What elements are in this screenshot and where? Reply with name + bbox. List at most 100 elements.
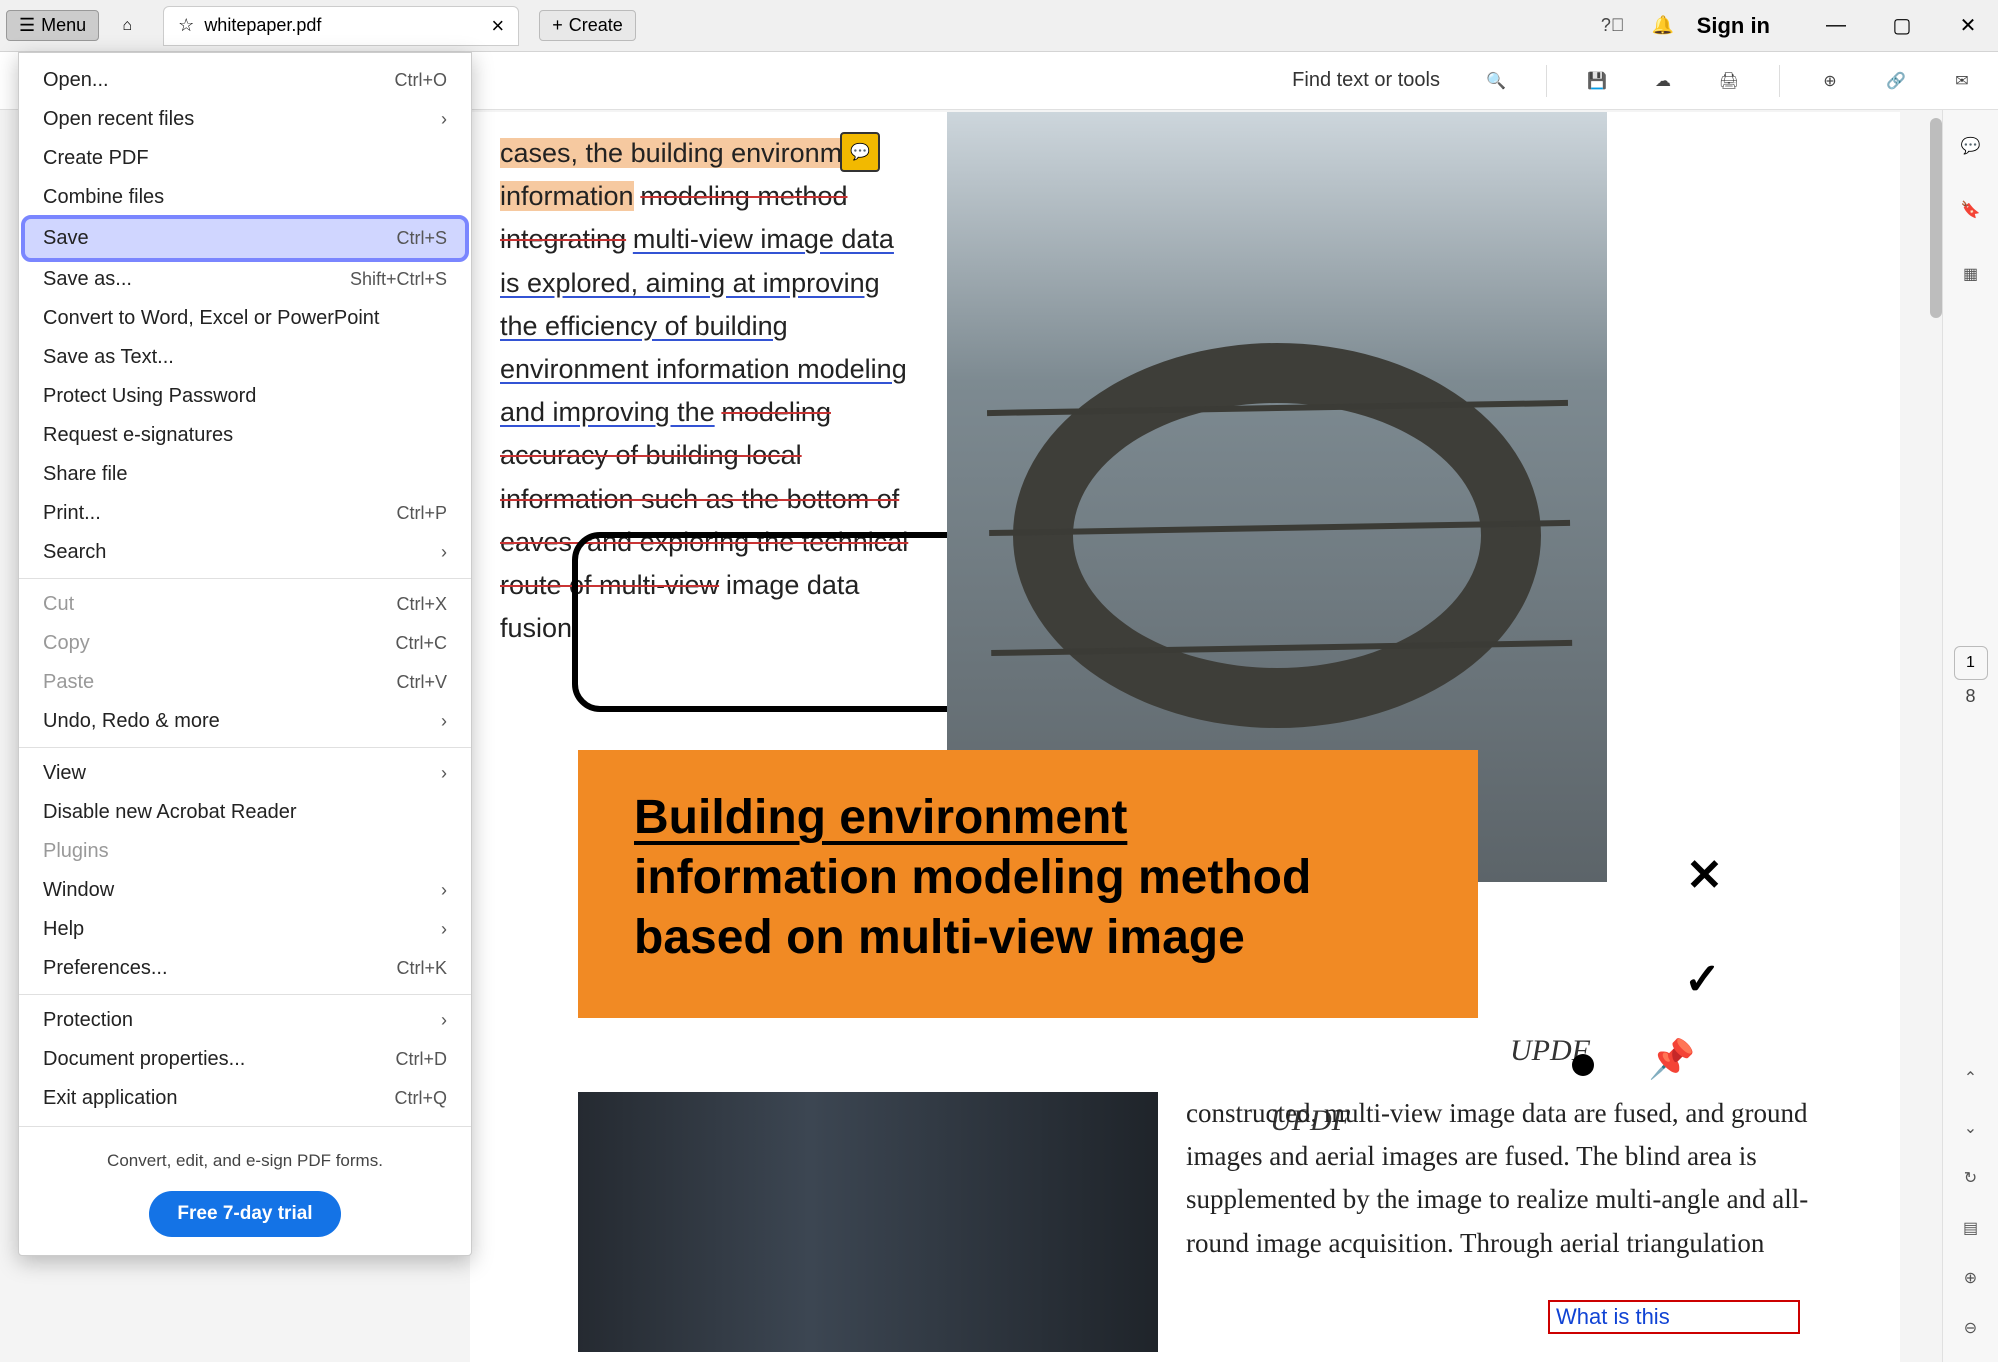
menu-item-label: Paste (43, 671, 94, 694)
photo-desk (578, 1092, 1158, 1352)
titlebar: ☰ Menu ⌂ ☆ whitepaper.pdf × + Create ?⃝ … (0, 0, 1998, 52)
search-icon[interactable]: 🔍 (1480, 65, 1512, 97)
menu-item-cut: CutCtrl+X (19, 585, 471, 624)
tab-close-icon[interactable]: × (491, 13, 504, 39)
menu-shortcut: Shift+Ctrl+S (350, 269, 447, 290)
menu-item-plugins: Plugins (19, 832, 471, 871)
tab-title: whitepaper.pdf (204, 15, 321, 36)
menu-item-convert-to-word-excel-or-powerpoint[interactable]: Convert to Word, Excel or PowerPoint (19, 299, 471, 338)
create-button[interactable]: + Create (539, 10, 636, 41)
menu-shortcut: Ctrl+P (396, 503, 447, 524)
link-icon[interactable]: 🔗 (1880, 65, 1912, 97)
share-icon[interactable]: ⊕ (1814, 65, 1846, 97)
menu-item-document-properties[interactable]: Document properties...Ctrl+D (19, 1040, 471, 1079)
dot-annotation[interactable] (1572, 1054, 1594, 1076)
menu-item-label: Save (43, 227, 89, 250)
menu-item-label: Open recent files (43, 108, 194, 131)
paragraph-2: constructed, multi-view image data are f… (1186, 1092, 1816, 1265)
menu-item-exit-application[interactable]: Exit applicationCtrl+Q (19, 1079, 471, 1118)
menu-item-save[interactable]: Save Ctrl+S (25, 219, 465, 258)
page-indicator: 1 8 (1954, 646, 1988, 707)
text-annotation-box[interactable]: What is this (1548, 1300, 1800, 1334)
menu-item-label: Help (43, 918, 84, 941)
menu-item-label: Window (43, 879, 114, 902)
orange-callout: Building environment information modelin… (578, 750, 1478, 1018)
chevron-right-icon: › (441, 109, 447, 130)
menu-item-label: Combine files (43, 186, 164, 209)
page-up-icon[interactable]: ⌃ (1955, 1062, 1987, 1094)
pin-annotation[interactable]: 📌 (1648, 1038, 1695, 1082)
document-view: cases, the building environment informat… (470, 112, 1900, 1362)
chevron-right-icon: › (441, 763, 447, 784)
document-tab[interactable]: ☆ whitepaper.pdf × (163, 6, 519, 46)
thumbnails-panel-icon[interactable]: ▦ (1955, 258, 1987, 290)
check-annotation[interactable]: ✓ (1684, 954, 1721, 1005)
chevron-right-icon: › (441, 542, 447, 563)
menu-item-combine-files[interactable]: Combine files (19, 178, 471, 217)
layers-icon[interactable]: ▤ (1955, 1212, 1987, 1244)
rotate-icon[interactable]: ↻ (1955, 1162, 1987, 1194)
comment-icon[interactable]: 💬 (840, 132, 880, 172)
vertical-scrollbar[interactable] (1930, 118, 1942, 318)
cloud-upload-icon[interactable]: ☁︎ (1647, 65, 1679, 97)
menu-item-print[interactable]: Print...Ctrl+P (19, 494, 471, 533)
chevron-right-icon: › (441, 880, 447, 901)
menu-item-protection[interactable]: Protection› (19, 1001, 471, 1040)
menu-item-request-e-signatures[interactable]: Request e-signatures (19, 416, 471, 455)
menu-item-label: Cut (43, 593, 74, 616)
menu-item-search[interactable]: Search› (19, 533, 471, 572)
mail-icon[interactable]: ✉ (1946, 65, 1978, 97)
menu-item-open[interactable]: Open...Ctrl+O (19, 61, 471, 100)
menu-item-copy: CopyCtrl+C (19, 624, 471, 663)
dropdown-footer-text: Convert, edit, and e-sign PDF forms. (39, 1151, 451, 1171)
comments-panel-icon[interactable]: 💬 (1955, 130, 1987, 162)
menu-item-help[interactable]: Help › (19, 910, 471, 949)
window-close-button[interactable]: ✕ (1944, 8, 1992, 44)
current-page-input[interactable]: 1 (1954, 646, 1988, 680)
menu-item-save-as-text[interactable]: Save as Text... (19, 338, 471, 377)
chevron-right-icon: › (441, 919, 447, 940)
help-icon[interactable]: ?⃝ (1597, 10, 1629, 42)
menu-item-save-as[interactable]: Save as... Shift+Ctrl+S (19, 260, 471, 299)
menu-item-label: Document properties... (43, 1048, 245, 1071)
free-trial-button[interactable]: Free 7-day trial (149, 1191, 340, 1237)
find-label[interactable]: Find text or tools (1292, 69, 1440, 92)
menu-item-label: Save as Text... (43, 346, 174, 369)
cross-annotation[interactable]: ✕ (1686, 850, 1723, 901)
callout-heading: Building environment information modelin… (634, 788, 1422, 968)
bell-icon[interactable]: 🔔 (1647, 10, 1679, 42)
star-icon: ☆ (178, 15, 194, 36)
right-rail: 💬 🔖 ▦ 1 8 ⌃ ⌄ ↻ ▤ ⊕ ⊖ (1942, 110, 1998, 1362)
menu-button[interactable]: ☰ Menu (6, 10, 99, 41)
callout-underline: Building environment (634, 791, 1127, 844)
menu-item-preferences[interactable]: Preferences...Ctrl+K (19, 949, 471, 988)
menu-item-label: Save as... (43, 268, 132, 291)
zoom-in-icon[interactable]: ⊕ (1955, 1262, 1987, 1294)
save-icon[interactable]: 💾 (1581, 65, 1613, 97)
menu-item-protect-using-password[interactable]: Protect Using Password (19, 377, 471, 416)
home-button[interactable]: ⌂ (109, 8, 145, 44)
menu-item-create-pdf[interactable]: Create PDF (19, 139, 471, 178)
page-down-icon[interactable]: ⌄ (1955, 1112, 1987, 1144)
menu-item-disable-new-acrobat-reader[interactable]: Disable new Acrobat Reader (19, 793, 471, 832)
menu-item-view[interactable]: View› (19, 754, 471, 793)
menu-label: Menu (41, 15, 86, 36)
menu-shortcut: Ctrl+V (396, 672, 447, 693)
menu-item-window[interactable]: Window › (19, 871, 471, 910)
menu-item-undo-redo-more[interactable]: Undo, Redo & more› (19, 702, 471, 741)
menu-shortcut: Ctrl+S (396, 228, 447, 249)
menu-item-open-recent-files[interactable]: Open recent files › (19, 100, 471, 139)
underlined-text[interactable]: multi-view image data is explored, aimin… (500, 224, 907, 427)
menu-item-label: Protection (43, 1009, 133, 1032)
menu-item-share-file[interactable]: Share file (19, 455, 471, 494)
window-maximize-button[interactable]: ▢ (1878, 8, 1926, 44)
window-minimize-button[interactable]: — (1812, 8, 1860, 44)
plus-icon: + (552, 15, 563, 36)
sign-in-link[interactable]: Sign in (1697, 13, 1770, 39)
menu-item-label: Disable new Acrobat Reader (43, 801, 296, 824)
zoom-out-icon[interactable]: ⊖ (1955, 1312, 1987, 1344)
menu-item-label: Undo, Redo & more (43, 710, 220, 733)
bookmarks-panel-icon[interactable]: 🔖 (1955, 194, 1987, 226)
menu-item-label: Share file (43, 463, 128, 486)
print-icon[interactable]: 🖨 (1713, 65, 1745, 97)
